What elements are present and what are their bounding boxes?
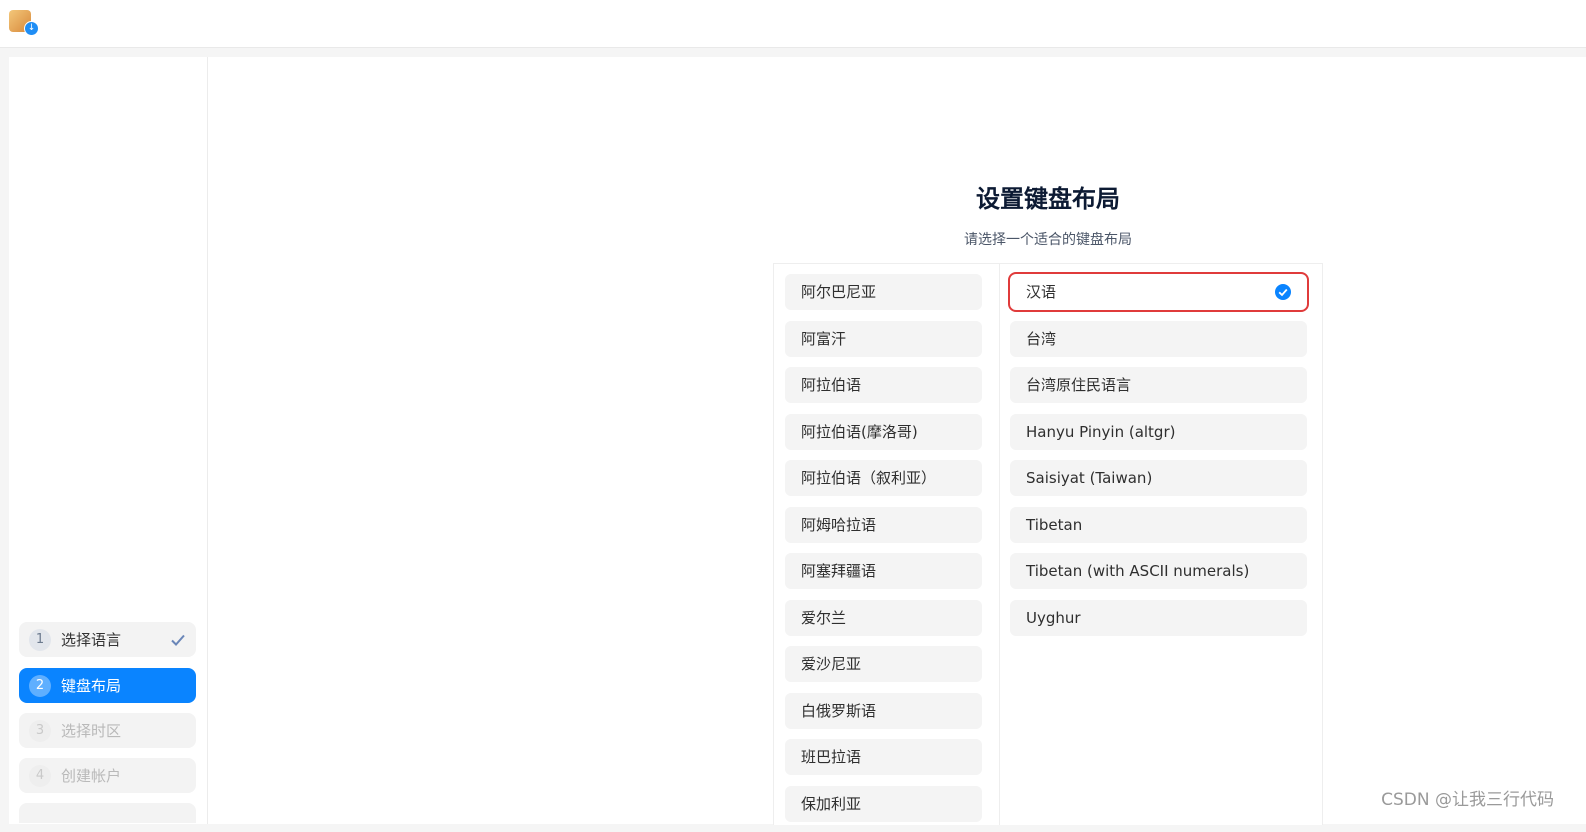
step-number: 2: [29, 674, 51, 697]
variant-item[interactable]: 台湾原住民语言: [1010, 367, 1307, 403]
step-select-language[interactable]: 1 选择语言: [19, 622, 196, 657]
layout-item[interactable]: 班巴拉语: [785, 739, 982, 775]
step-next-partial: [19, 803, 196, 823]
layout-item[interactable]: 爱尔兰: [785, 599, 982, 636]
step-create-account: 4 创建帐户: [19, 758, 196, 793]
variant-item[interactable]: Uyghur: [1010, 599, 1307, 636]
layout-item[interactable]: 阿塞拜疆语: [785, 553, 982, 589]
page-title: 设置键盘布局: [976, 185, 1120, 213]
layout-item[interactable]: 阿尔巴尼亚: [785, 274, 982, 310]
main-content: 设置键盘布局 请选择一个适合的键盘布局 阿尔巴尼亚 阿富汗 阿拉伯语 阿拉伯语(…: [208, 57, 1586, 825]
variant-item[interactable]: Hanyu Pinyin (altgr): [1010, 413, 1307, 450]
variant-item[interactable]: Tibetan: [1010, 506, 1307, 543]
keyboard-layout-panel: 阿尔巴尼亚 阿富汗 阿拉伯语 阿拉伯语(摩洛哥) 阿拉伯语（叙利亚） 阿姆哈拉语…: [773, 263, 1323, 825]
check-circle-icon: [1275, 284, 1291, 300]
layout-item[interactable]: 阿姆哈拉语: [785, 506, 982, 543]
step-keyboard-layout[interactable]: 2 键盘布局: [19, 668, 196, 703]
variant-list[interactable]: 汉语 台湾 台湾原住民语言 Hanyu Pinyin (altgr) Saisi…: [1008, 272, 1309, 646]
layout-item[interactable]: 阿拉伯语: [785, 367, 982, 403]
variant-item[interactable]: Saisiyat (Taiwan): [1010, 460, 1307, 496]
layout-item[interactable]: 阿富汗: [785, 320, 982, 357]
layout-list[interactable]: 阿尔巴尼亚 阿富汗 阿拉伯语 阿拉伯语(摩洛哥) 阿拉伯语（叙利亚） 阿姆哈拉语…: [785, 274, 982, 832]
step-number: 1: [29, 628, 51, 651]
step-label: 键盘布局: [61, 677, 122, 695]
step-number: 4: [29, 764, 51, 787]
variant-item[interactable]: 台湾: [1010, 320, 1307, 357]
step-number: 3: [29, 719, 51, 742]
step-label: 创建帐户: [61, 767, 122, 785]
step-label: 选择语言: [61, 631, 122, 649]
step-select-timezone: 3 选择时区: [19, 713, 196, 748]
variant-item-selected[interactable]: 汉语: [1008, 272, 1309, 312]
page-subtitle: 请选择一个适合的键盘布局: [964, 232, 1132, 248]
variant-label: 汉语: [1026, 283, 1057, 301]
layout-item[interactable]: 阿拉伯语（叙利亚）: [785, 460, 982, 496]
layout-item[interactable]: 阿拉伯语(摩洛哥): [785, 413, 982, 450]
package-download-icon: ↓: [9, 9, 39, 36]
layout-item[interactable]: 保加利亚: [785, 785, 982, 822]
panel-divider: [999, 264, 1000, 825]
check-icon: [171, 634, 185, 646]
layout-item[interactable]: 爱沙尼亚: [785, 646, 982, 682]
step-label: 选择时区: [61, 722, 122, 740]
variant-item[interactable]: Tibetan (with ASCII numerals): [1010, 553, 1307, 589]
title-bar: ↓: [0, 0, 1586, 48]
watermark: CSDN @让我三行代码: [1381, 790, 1554, 810]
sidebar: 1 选择语言 2 键盘布局 3 选择时区 4 创建帐户: [9, 57, 208, 824]
layout-item[interactable]: 白俄罗斯语: [785, 692, 982, 729]
